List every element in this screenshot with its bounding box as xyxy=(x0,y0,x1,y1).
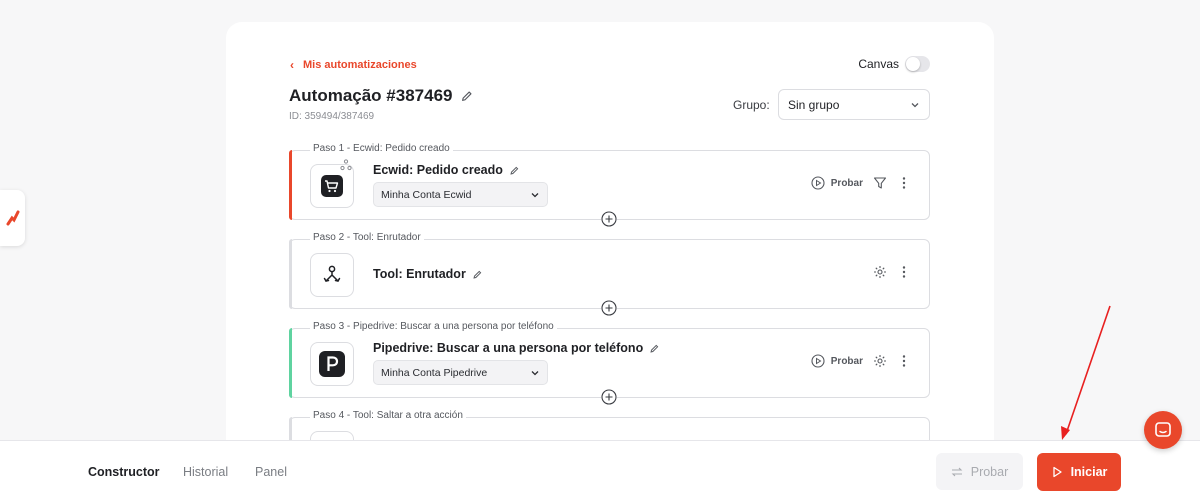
chevron-down-icon xyxy=(531,370,539,375)
start-automation-label: Iniciar xyxy=(1070,465,1108,479)
step-accent xyxy=(289,239,292,309)
back-link[interactable]: ‹ Mis automatizaciones xyxy=(290,58,417,72)
step-label: Paso 1 - Ecwid: Pedido creado xyxy=(310,143,453,154)
step-label: Paso 2 - Tool: Enrutador xyxy=(310,232,424,243)
pencil-icon[interactable] xyxy=(509,165,520,176)
chat-icon xyxy=(1155,422,1171,437)
canvas-label: Canvas xyxy=(858,57,899,71)
pipedrive-app-icon xyxy=(310,342,354,386)
account-select-value: Minha Conta Pipedrive xyxy=(381,366,488,379)
pencil-icon[interactable] xyxy=(649,343,660,354)
add-step-button[interactable] xyxy=(601,300,617,316)
chevron-down-icon xyxy=(911,102,919,107)
step-name-row: Pipedrive: Buscar a una persona por telé… xyxy=(373,341,660,355)
automation-id: ID: 359494/387469 xyxy=(289,111,375,122)
gear-icon[interactable] xyxy=(873,265,887,279)
step-actions: Probar xyxy=(811,354,911,368)
automation-editor-card: ‹ Mis automatizaciones Canvas Automação … xyxy=(226,22,994,500)
pencil-icon[interactable] xyxy=(460,89,474,103)
step-label: Paso 3 - Pipedrive: Buscar a una persona… xyxy=(310,321,557,332)
page-title: Automação #387469 xyxy=(289,86,453,105)
play-circle-icon xyxy=(811,176,825,190)
test-step-label: Probar xyxy=(830,177,863,189)
router-branch-icon xyxy=(323,265,341,282)
step-name-row: Ecwid: Pedido creado xyxy=(373,163,520,177)
test-step-label: Probar xyxy=(830,355,863,367)
bottom-bar: Constructor Historial Panel Probar Inici… xyxy=(0,440,1200,500)
group-select[interactable]: Sin grupo xyxy=(778,89,930,120)
test-automation-button[interactable]: Probar xyxy=(936,453,1023,490)
step-name: Pipedrive: Buscar a una persona por telé… xyxy=(373,341,644,355)
tab-constructor[interactable]: Constructor xyxy=(88,465,160,479)
account-select[interactable]: Minha Conta Ecwid xyxy=(373,182,548,207)
canvas-toggle-group: Canvas xyxy=(858,56,930,72)
annotation-arrow xyxy=(1061,305,1111,440)
pipedrive-p-icon xyxy=(319,351,345,377)
chat-button[interactable] xyxy=(1144,411,1182,449)
toggle-knob xyxy=(906,57,920,71)
back-link-label: Mis automatizaciones xyxy=(303,59,417,71)
pencil-icon[interactable] xyxy=(472,269,483,280)
plus-circle-icon xyxy=(601,389,617,405)
step-name-row: Tool: Enrutador xyxy=(373,267,483,281)
swap-arrows-icon xyxy=(951,467,963,476)
chevron-left-icon: ‹ xyxy=(290,58,294,72)
group-label: Grupo: xyxy=(733,98,770,112)
plus-circle-icon xyxy=(601,300,617,316)
chevron-down-icon xyxy=(531,192,539,197)
step-accent xyxy=(289,328,292,398)
start-automation-button[interactable]: Iniciar xyxy=(1037,453,1121,491)
filter-icon[interactable] xyxy=(873,176,887,190)
step-actions xyxy=(873,265,911,279)
step-name: Ecwid: Pedido creado xyxy=(373,163,503,177)
test-step-button[interactable]: Probar xyxy=(811,176,863,190)
step-label: Paso 4 - Tool: Saltar a otra acción xyxy=(310,410,466,421)
step-accent xyxy=(289,150,292,220)
play-circle-icon xyxy=(811,354,825,368)
gear-icon[interactable] xyxy=(873,354,887,368)
router-app-icon xyxy=(310,253,354,297)
more-vertical-icon[interactable] xyxy=(897,265,911,279)
group-select-value: Sin grupo xyxy=(788,97,840,112)
add-step-button[interactable] xyxy=(601,389,617,405)
tab-historial[interactable]: Historial xyxy=(183,465,228,479)
account-select-value: Minha Conta Ecwid xyxy=(381,188,472,201)
test-automation-label: Probar xyxy=(970,464,1009,479)
test-step-button[interactable]: Probar xyxy=(811,354,863,368)
side-widget[interactable] xyxy=(0,190,25,246)
plus-circle-icon xyxy=(601,211,617,227)
step-name: Tool: Enrutador xyxy=(373,267,466,281)
share-icon xyxy=(340,159,352,171)
play-icon xyxy=(1052,466,1062,478)
canvas-toggle[interactable] xyxy=(905,56,930,72)
shopping-cart-icon xyxy=(321,175,343,197)
more-vertical-icon[interactable] xyxy=(897,354,911,368)
add-step-button[interactable] xyxy=(601,211,617,227)
step-card-3[interactable]: Paso 3 - Pipedrive: Buscar a una persona… xyxy=(289,321,930,405)
brand-logo-icon xyxy=(6,210,19,226)
step-card-1[interactable]: Paso 1 - Ecwid: Pedido creado Ecwid: Ped… xyxy=(289,143,930,227)
step-actions: Probar xyxy=(811,176,911,190)
account-select[interactable]: Minha Conta Pipedrive xyxy=(373,360,548,385)
tab-panel[interactable]: Panel xyxy=(255,465,287,479)
step-card-2[interactable]: Paso 2 - Tool: Enrutador Tool: Enrutador xyxy=(289,232,930,316)
title-row: Automação #387469 xyxy=(289,86,474,106)
more-vertical-icon[interactable] xyxy=(897,176,911,190)
